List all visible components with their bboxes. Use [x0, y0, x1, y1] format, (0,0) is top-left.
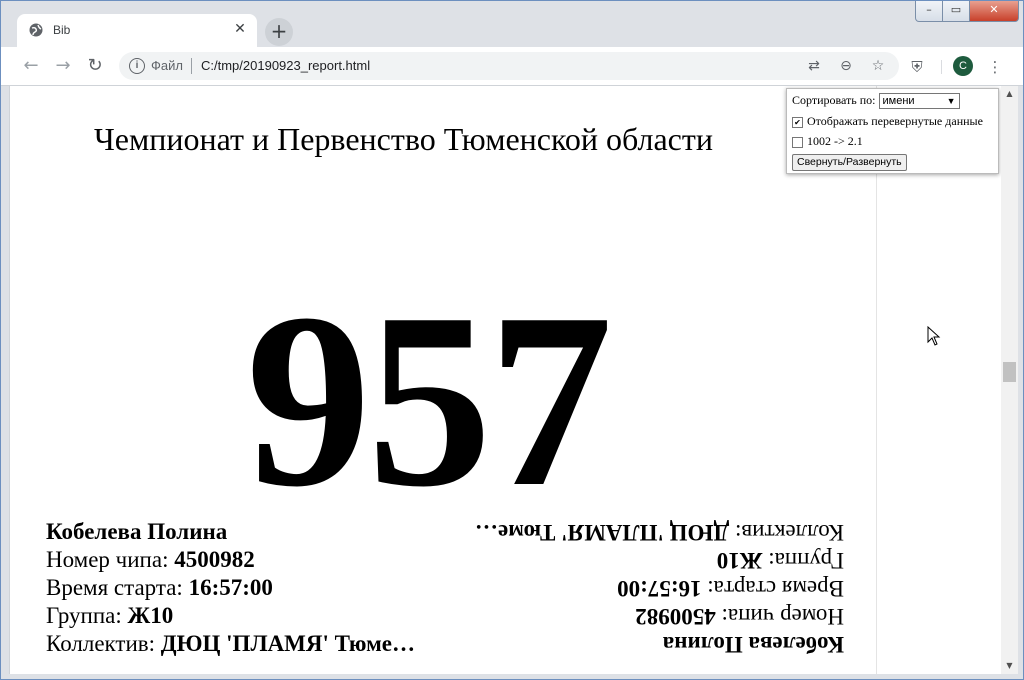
flipped-chip-row: Номер чипа: 4500982	[424, 602, 844, 630]
scroll-down-icon[interactable]: ▼	[1001, 658, 1018, 674]
start-label: Время старта:	[46, 575, 189, 600]
flipped-chip-label: Номер чипа:	[715, 604, 844, 629]
flipped-group-row: Группа: Ж10	[424, 546, 844, 574]
sort-row: Сортировать по: имени ▼	[792, 93, 960, 110]
address-bar[interactable]: i Файл C:/tmp/20190923_report.html ⇄ ⊖ ☆	[119, 52, 899, 80]
flipped-start-label: Время старта:	[701, 576, 844, 601]
participant-name: Кобелева Полина	[46, 519, 228, 544]
back-icon[interactable]: ←	[19, 54, 43, 78]
start-row: Время старта: 16:57:00	[46, 574, 466, 602]
scrollbar-thumb[interactable]	[1003, 362, 1016, 382]
maximize-button[interactable]: ▭	[942, 1, 970, 22]
flipped-group-label: Группа:	[762, 548, 844, 573]
team-label: Коллектив:	[46, 631, 161, 656]
toggle-button[interactable]: Свернуть/Развернуть	[792, 154, 907, 171]
version-label: 1002 -> 2.1	[807, 134, 863, 148]
flipped-participant-name: Кобелева Полина	[662, 632, 844, 657]
version-row: 1002 -> 2.1	[792, 134, 863, 149]
flipped-team-row: Коллектив: ДЮЦ 'ПЛАМЯ' Тюме…	[424, 518, 844, 546]
team-value: ДЮЦ 'ПЛАМЯ' Тюме…	[160, 631, 415, 656]
mouse-cursor-icon	[927, 326, 941, 346]
dropdown-arrow-icon: ▼	[946, 96, 956, 107]
team-row: Коллектив: ДЮЦ 'ПЛАМЯ' Тюме…	[46, 630, 466, 658]
tab-title: Bib	[53, 23, 71, 37]
show-flipped-checkbox[interactable]: ✔	[792, 116, 803, 128]
tab-active[interactable]: Bib ✕	[17, 14, 257, 47]
participant-info-flipped: Кобелева Полина Номер чипа: 4500982 Врем…	[424, 518, 844, 658]
flipped-start-value: 16:57:00	[617, 576, 702, 601]
forward-icon[interactable]: →	[51, 54, 75, 78]
scroll-up-icon[interactable]: ▲	[1001, 86, 1018, 102]
vertical-scrollbar[interactable]: ▲ ▼	[1001, 86, 1018, 674]
tab-strip: Bib ✕ + – ▭ ✕	[1, 1, 1023, 47]
minimize-button[interactable]: –	[915, 1, 943, 22]
bib-number: 957	[246, 262, 613, 539]
sort-select-value: имени	[882, 95, 915, 108]
version-checkbox[interactable]	[792, 136, 803, 148]
flipped-chip-value: 4500982	[635, 604, 716, 629]
sort-select[interactable]: имени ▼	[878, 93, 960, 110]
close-window-button[interactable]: ✕	[969, 1, 1019, 22]
new-tab-button[interactable]: +	[265, 18, 293, 46]
chip-value: 4500982	[174, 547, 255, 572]
event-title: Чемпионат и Первенство Тюменской области	[94, 121, 713, 157]
reload-icon[interactable]: ↻	[83, 54, 107, 78]
group-row: Группа: Ж10	[46, 602, 466, 630]
profile-avatar[interactable]: C	[953, 56, 973, 76]
show-flipped-row: ✔ Отображать перевернутые данные	[792, 114, 983, 129]
toolbar-separator	[941, 60, 942, 74]
browser-toolbar: ← → ↻ i Файл C:/tmp/20190923_report.html…	[1, 47, 1023, 86]
controls-panel: Сортировать по: имени ▼ ✔ Отображать перев…	[786, 88, 999, 174]
tab-close-icon[interactable]: ✕	[231, 20, 249, 38]
start-value: 16:57:00	[188, 575, 273, 600]
flipped-team-label: Коллектив:	[729, 520, 844, 545]
scheme-label: Файл	[151, 58, 183, 73]
browser-window: Bib ✕ + – ▭ ✕ ← → ↻ i Файл C:/tmp/201909…	[0, 0, 1024, 680]
bib-page: Чемпионат и Первенство Тюменской области…	[16, 86, 877, 674]
page-viewport: Чемпионат и Первенство Тюменской области…	[9, 86, 1002, 674]
group-label: Группа:	[46, 603, 128, 628]
info-icon[interactable]: i	[129, 58, 145, 74]
star-icon[interactable]: ☆	[869, 57, 887, 75]
omnibox-divider	[191, 58, 192, 74]
participant-info: Кобелева Полина Номер чипа: 4500982 Врем…	[46, 518, 466, 658]
show-flipped-label: Отображать перевернутые данные	[807, 114, 983, 128]
translate-icon[interactable]: ⇄	[805, 57, 823, 75]
url-text[interactable]: C:/tmp/20190923_report.html	[201, 58, 370, 73]
shield-extension-icon[interactable]: ⛨	[907, 57, 927, 77]
zoom-out-icon[interactable]: ⊖	[837, 57, 855, 75]
flipped-start-row: Время старта: 16:57:00	[424, 574, 844, 602]
chip-row: Номер чипа: 4500982	[46, 546, 466, 574]
sort-label: Сортировать по:	[792, 93, 876, 107]
kebab-menu-icon[interactable]: ⋮	[985, 57, 1005, 77]
flipped-team-value: ДЮЦ 'ПЛАМЯ' Тюме…	[475, 520, 730, 545]
globe-icon	[29, 23, 43, 37]
group-value: Ж10	[127, 603, 174, 628]
chip-label: Номер чипа:	[46, 547, 175, 572]
flipped-group-value: Ж10	[716, 548, 763, 573]
